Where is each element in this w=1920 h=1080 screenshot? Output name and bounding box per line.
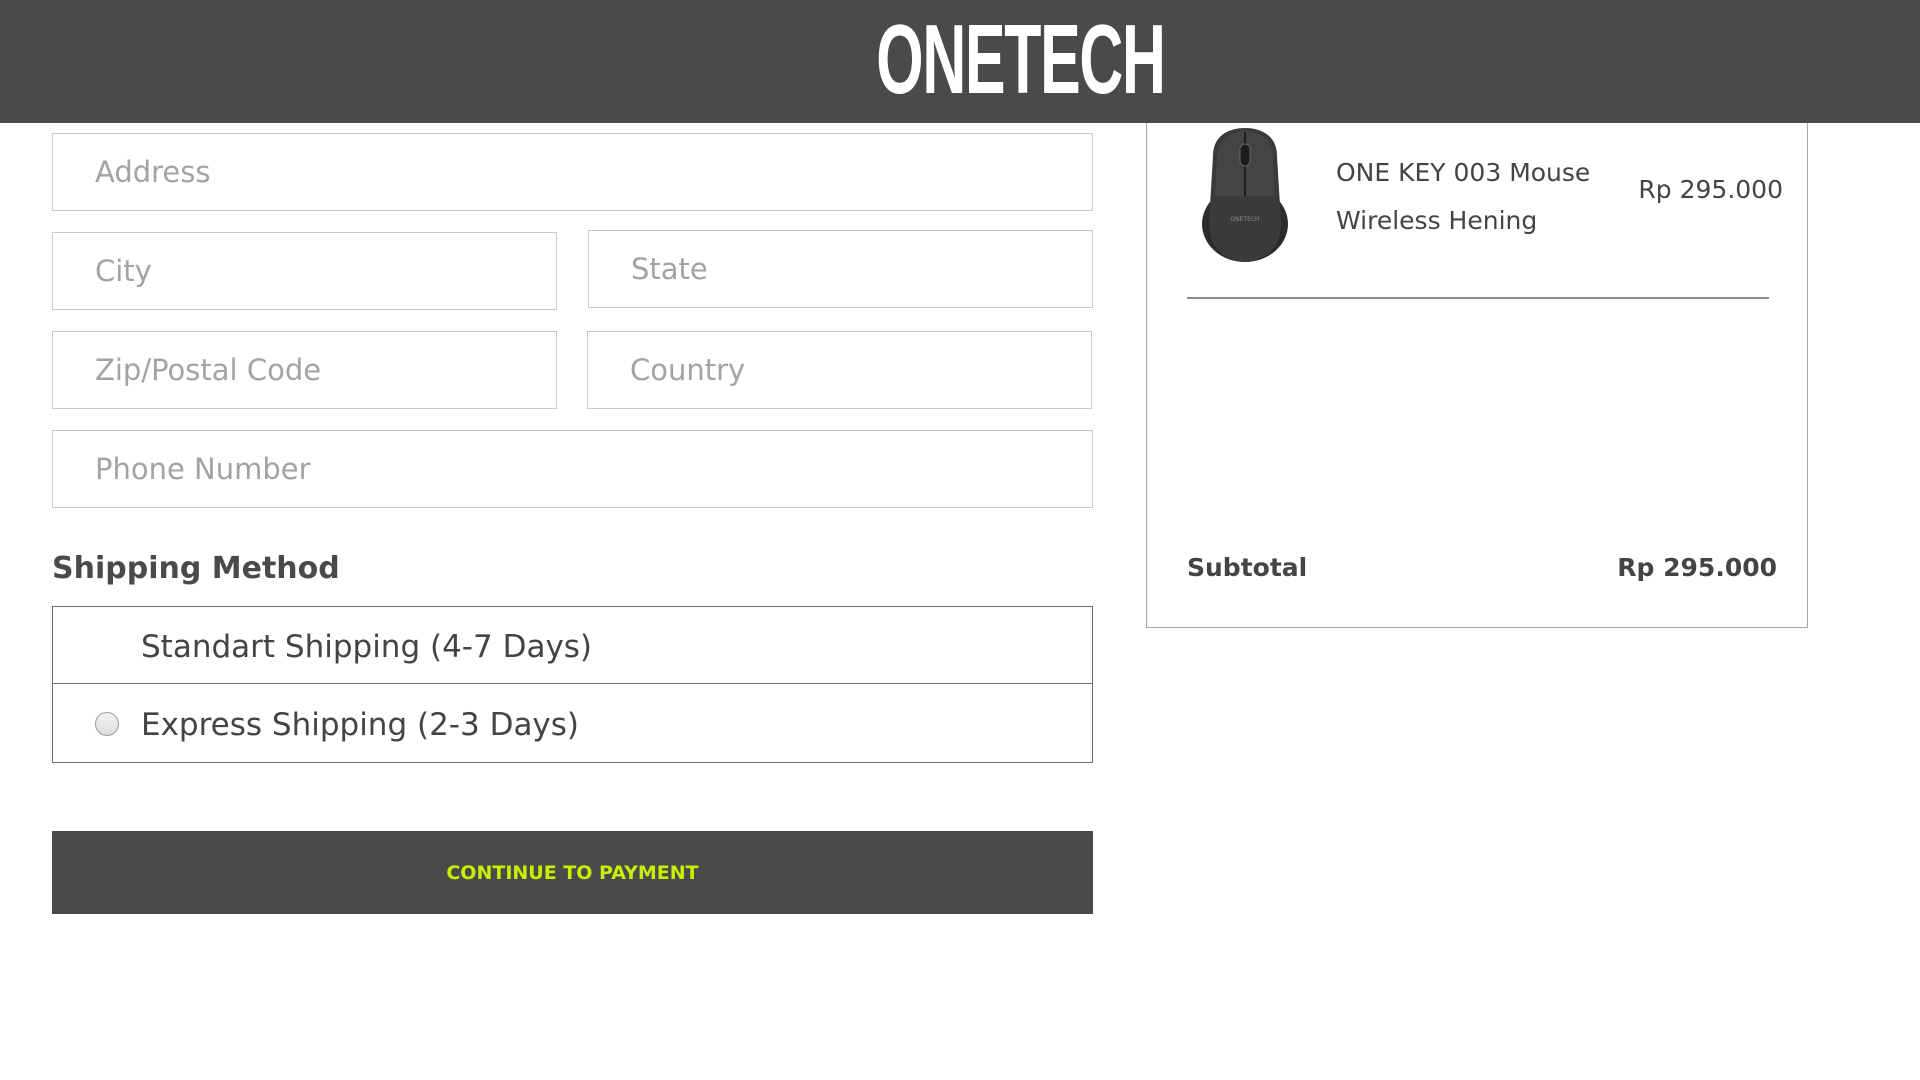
- brand-logo[interactable]: ONETECH: [876, 10, 1166, 108]
- address-input[interactable]: [52, 133, 1093, 211]
- wireless-mouse-icon: ONETECH: [1202, 128, 1288, 262]
- express-shipping-radio[interactable]: [95, 712, 119, 736]
- continue-to-payment-button[interactable]: CONTINUE TO PAYMENT: [52, 831, 1093, 914]
- country-input[interactable]: [587, 331, 1092, 409]
- product-price: Rp 295.000: [1638, 175, 1783, 204]
- site-header: ONETECH: [0, 0, 1920, 123]
- shipping-option-label: Express Shipping (2-3 Days): [141, 707, 580, 743]
- shipping-option-standard[interactable]: Standart Shipping (4-7 Days): [53, 607, 1092, 684]
- shipping-option-express[interactable]: Express Shipping (2-3 Days): [53, 685, 1092, 762]
- phone-number-input[interactable]: [52, 430, 1093, 508]
- city-input[interactable]: [52, 232, 557, 310]
- subtotal-label: Subtotal: [1187, 553, 1308, 582]
- product-name: ONE KEY 003 Mouse Wireless Hening: [1336, 158, 1591, 235]
- mouse-brand-mark: ONETECH: [1230, 216, 1259, 223]
- shipping-method-options: Standart Shipping (4-7 Days) Express Shi…: [52, 606, 1093, 763]
- shipping-option-label: Standart Shipping (4-7 Days): [141, 629, 593, 665]
- summary-divider: [1187, 297, 1769, 299]
- zip-postal-code-input[interactable]: [52, 331, 557, 409]
- shipping-method-title: Shipping Method: [52, 551, 340, 586]
- order-summary: ONETECH ONE KEY 003 Mouse Wireless Henin…: [1146, 110, 1808, 628]
- state-input[interactable]: [588, 230, 1093, 308]
- subtotal-value: Rp 295.000: [1617, 553, 1777, 582]
